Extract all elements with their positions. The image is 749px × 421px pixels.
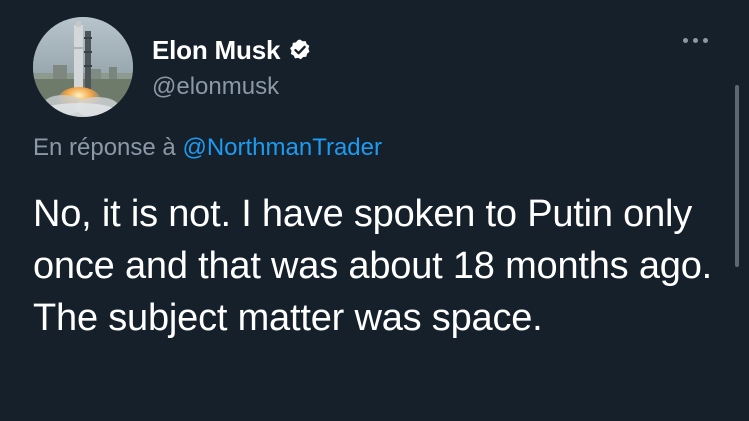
author-name-row: Elon Musk — [152, 34, 312, 66]
more-horizontal-icon[interactable] — [683, 38, 708, 43]
rocket-launch-image — [33, 17, 133, 117]
more-dot — [693, 38, 698, 43]
author-display-name[interactable]: Elon Musk — [152, 35, 280, 66]
reply-mention-link[interactable]: @NorthmanTrader — [182, 134, 382, 161]
author-handle[interactable]: @elonmusk — [152, 73, 279, 101]
reply-prefix: En réponse à — [33, 134, 176, 161]
tweet-text: No, it is not. I have spoken to Putin on… — [33, 193, 712, 339]
reply-context: En réponse à @NorthmanTrader — [33, 134, 382, 162]
tweet-card: Elon Musk @elonmusk En réponse à @Northm… — [0, 0, 749, 421]
verified-badge-icon — [288, 38, 312, 62]
more-dot — [703, 38, 708, 43]
avatar[interactable] — [33, 17, 133, 117]
more-dot — [683, 38, 688, 43]
scrollbar[interactable] — [735, 85, 739, 267]
